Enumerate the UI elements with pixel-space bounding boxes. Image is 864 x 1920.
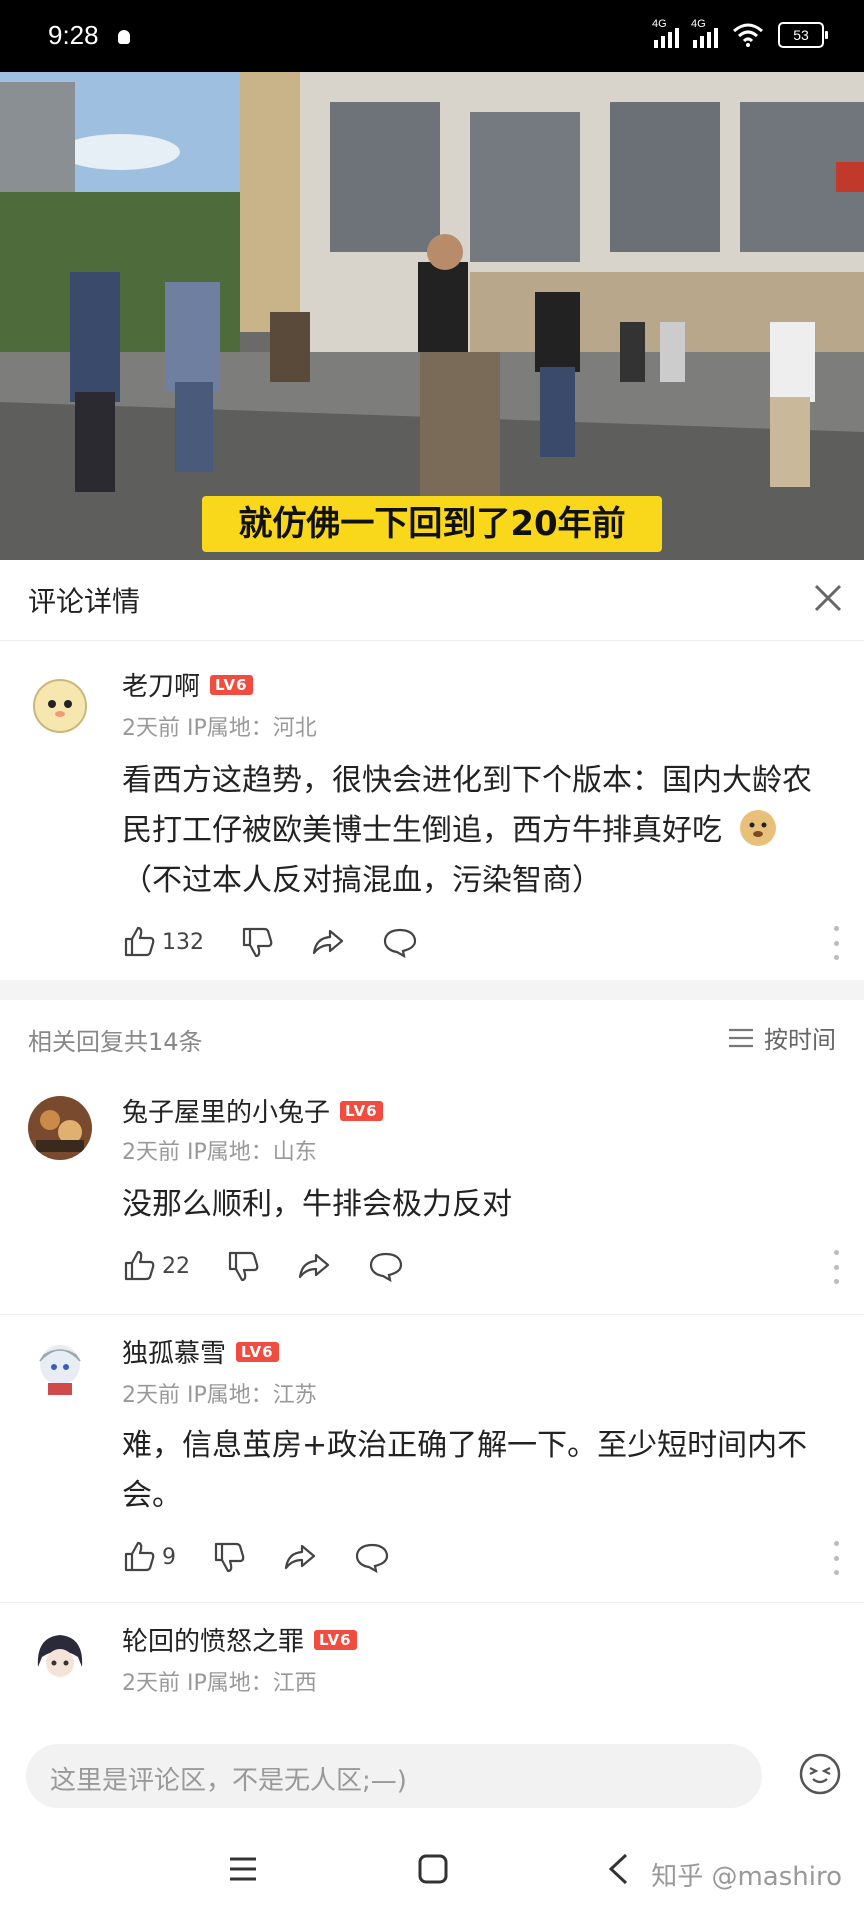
section-divider [0, 980, 864, 1000]
close-icon[interactable] [808, 578, 848, 618]
share-icon [284, 1544, 316, 1570]
avatar-image [33, 679, 87, 733]
comment-author[interactable]: 轮回的愤怒之罪 LV6 [122, 1621, 357, 1658]
comment-bubble-icon [369, 1252, 403, 1283]
comment-meta: 2天前 IP属地：山东 [122, 1140, 317, 1165]
share-button[interactable] [282, 1540, 318, 1574]
reply-button[interactable] [382, 925, 418, 959]
sort-button[interactable]: 按时间 [728, 1020, 836, 1055]
wifi-icon [733, 23, 763, 47]
signal-icon-2: 4G [691, 18, 718, 48]
author-name[interactable]: 独孤慕雪 [122, 1333, 226, 1370]
avatar-image [37, 1635, 83, 1677]
system-nav-bar: 知乎 @mashiro [0, 1820, 864, 1920]
video-player[interactable]: 就仿佛一下回到了20年前 [0, 72, 864, 560]
comment-text: 看西方这趋势，很快会进化到下个版本：国内大龄农民打工仔被欧美博士生倒追，西方牛排… [122, 756, 832, 906]
more-options-icon[interactable] [832, 926, 840, 960]
main-comment: 老刀啊 LV6 2天前 IP属地：河北 看西方这趋势，很快会进化到下个版本：国内… [0, 640, 864, 980]
video-frame-image [0, 72, 864, 560]
reply-item: 独孤慕雪 LV6 2天前 IP属地：江苏 难，信息茧房+政治正确了解一下。至少短… [0, 1315, 864, 1605]
thumbs-up-icon [124, 1541, 155, 1572]
avatar[interactable] [28, 1627, 92, 1691]
comment-text: 没那么顺利，牛排会极力反对 [122, 1187, 512, 1222]
share-icon [312, 929, 344, 955]
reply-item: 轮回的愤怒之罪 LV6 2天前 IP属地：江西 [0, 1603, 864, 1730]
doge-emoji-icon [738, 808, 778, 848]
notification-icon [118, 30, 130, 44]
emoji-icon[interactable] [798, 1752, 842, 1796]
comment-input[interactable]: 这里是评论区，不是无人区;—) [26, 1744, 762, 1808]
status-time: 9:28 [48, 20, 99, 50]
level-badge: LV6 [210, 674, 253, 695]
like-button[interactable]: 22 [122, 1249, 190, 1283]
share-button[interactable] [296, 1249, 332, 1283]
signal-icon: 4G [652, 18, 679, 48]
more-options-icon[interactable] [832, 1250, 840, 1284]
share-icon [298, 1253, 330, 1279]
thumbs-down-icon [242, 927, 273, 958]
replies-header: 相关回复共14条 按时间 [0, 1000, 864, 1074]
author-name[interactable]: 兔子屋里的小兔子 [122, 1092, 330, 1129]
like-button[interactable]: 9 [122, 1540, 176, 1574]
like-button[interactable]: 132 [122, 925, 204, 959]
avatar[interactable] [28, 1096, 92, 1160]
comment-bubble-icon [383, 928, 417, 959]
avatar-image [39, 1345, 81, 1395]
thumbs-down-icon [228, 1251, 259, 1282]
comment-meta: 2天前 IP属地：河北 [122, 716, 317, 741]
comment-body: 看西方这趋势，很快会进化到下个版本：国内大龄农民打工仔被欧美博士生倒追，西方牛排… [122, 763, 812, 848]
battery-icon: 53 [778, 22, 828, 48]
video-caption: 就仿佛一下回到了20年前 [202, 496, 662, 552]
thumbs-up-icon [124, 926, 155, 957]
like-count: 9 [162, 1544, 176, 1570]
comment-input-placeholder: 这里是评论区，不是无人区;—) [50, 1766, 407, 1796]
like-count: 22 [162, 1253, 190, 1279]
share-button[interactable] [310, 925, 346, 959]
dislike-button[interactable] [226, 1249, 260, 1283]
status-bar: 9:28 4G 4G 53 [0, 0, 864, 72]
level-badge: LV6 [236, 1341, 279, 1362]
comment-text: 难，信息茧房+政治正确了解一下。至少短时间内不会。 [122, 1428, 808, 1513]
author-name[interactable]: 老刀啊 [122, 666, 200, 703]
watermark: 知乎 @mashiro [651, 1862, 842, 1892]
comment-meta: 2天前 IP属地：江西 [122, 1671, 317, 1696]
dislike-button[interactable] [240, 925, 274, 959]
avatar[interactable] [28, 672, 92, 736]
signal-label-2: 4G [691, 18, 706, 30]
sort-icon [729, 1028, 753, 1047]
author-name[interactable]: 轮回的愤怒之罪 [122, 1621, 304, 1658]
more-options-icon[interactable] [832, 1541, 840, 1575]
comment-meta: 2天前 IP属地：江苏 [122, 1383, 317, 1408]
comment-actions: 9 [122, 1537, 426, 1577]
status-icons: 4G 4G 53 [652, 18, 828, 48]
comment-author[interactable]: 兔子屋里的小兔子 LV6 [122, 1092, 383, 1129]
avatar-image [28, 1096, 92, 1160]
reply-item: 兔子屋里的小兔子 LV6 2天前 IP属地：山东 没那么顺利，牛排会极力反对 2… [0, 1074, 864, 1314]
thumbs-up-icon [124, 1250, 155, 1281]
comment-panel-header: 评论详情 [0, 560, 864, 641]
like-count: 132 [162, 929, 204, 955]
avatar[interactable] [28, 1335, 92, 1399]
dislike-button[interactable] [212, 1540, 246, 1574]
home-icon[interactable] [418, 1854, 448, 1884]
panel-title: 评论详情 [28, 585, 141, 618]
reply-button[interactable] [368, 1249, 404, 1283]
comment-actions: 132 [122, 922, 454, 962]
signal-label: 4G [652, 18, 667, 30]
comment-actions: 22 [122, 1246, 440, 1286]
level-badge: LV6 [314, 1629, 357, 1650]
back-icon[interactable] [604, 1852, 634, 1886]
level-badge: LV6 [340, 1100, 383, 1121]
replies-count: 相关回复共14条 [28, 1028, 203, 1056]
comment-author[interactable]: 老刀啊 LV6 [122, 666, 253, 703]
comment-bubble-icon [355, 1543, 389, 1574]
sort-label: 按时间 [764, 1026, 836, 1054]
reply-button[interactable] [354, 1540, 390, 1574]
thumbs-down-icon [214, 1542, 245, 1573]
comment-body-tail: （不过本人反对搞混血，污染智商） [122, 863, 602, 898]
comment-input-bar: 这里是评论区，不是无人区;—) [0, 1730, 864, 1820]
menu-icon[interactable] [228, 1854, 258, 1884]
comment-author[interactable]: 独孤慕雪 LV6 [122, 1333, 279, 1370]
